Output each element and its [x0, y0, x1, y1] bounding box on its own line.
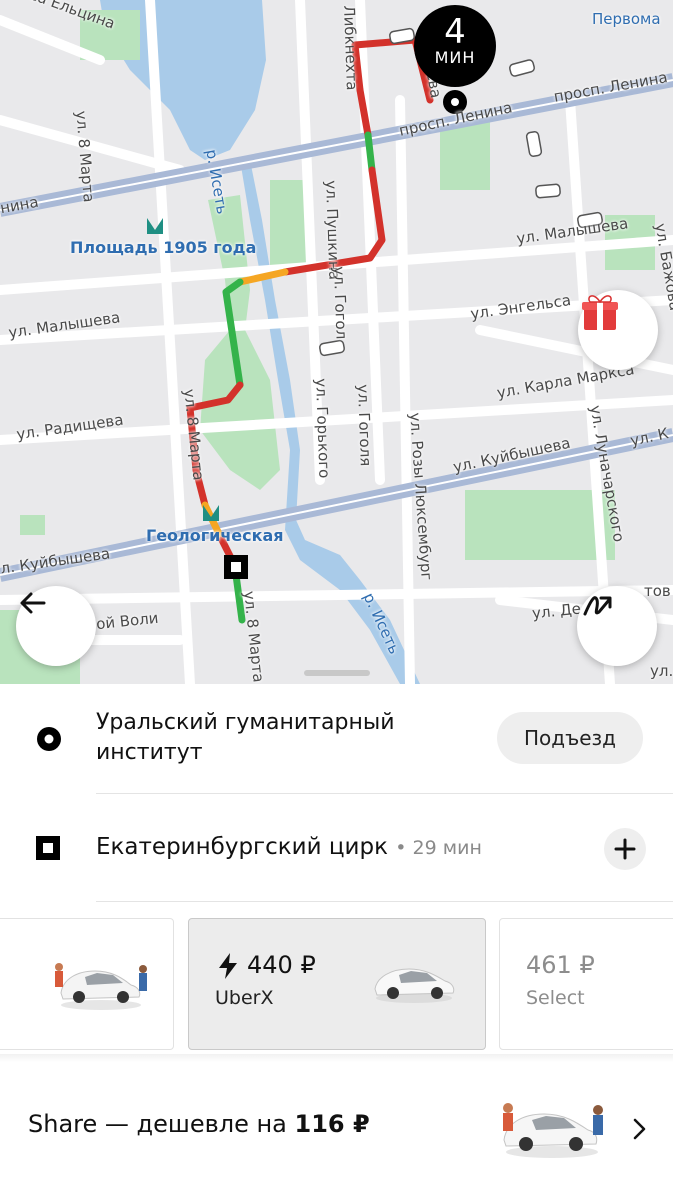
back-button[interactable]	[16, 586, 96, 666]
trip-sheet: Уральский гуманитарный институт Подъезд …	[0, 684, 673, 1200]
street-label: ул.	[650, 662, 673, 680]
pickup-dot-icon	[37, 727, 61, 751]
street-label: тов	[644, 582, 671, 600]
option-price: 440 ₽	[247, 951, 316, 979]
destination-row[interactable]: Екатеринбургский цирк • 29 мин	[0, 794, 673, 902]
route-icon	[583, 596, 612, 616]
sheet-drag-handle[interactable]	[304, 670, 370, 676]
ride-option-card-uberx[interactable]: 440 ₽ UberX	[188, 918, 486, 1050]
share-offer-prefix: Share — дешевле на	[28, 1110, 295, 1138]
share-offer-amount: 116 ₽	[294, 1110, 370, 1138]
ride-option-card-select[interactable]: 461 ₽ Select	[499, 918, 673, 1050]
lightning-icon	[219, 953, 237, 979]
plus-icon	[614, 838, 636, 860]
street-label: Первома	[592, 10, 661, 28]
chevron-right-icon	[633, 1118, 646, 1140]
destination-square-icon	[36, 836, 60, 860]
destination-address: Екатеринбургский цирк • 29 мин	[96, 832, 482, 863]
street-label: ул. Гоголя	[354, 384, 375, 467]
street-label: Либкнехта	[340, 5, 361, 91]
metro-station-label: Геологическая	[146, 526, 284, 545]
destination-duration: • 29 мин	[395, 837, 482, 859]
gift-button[interactable]	[578, 290, 658, 370]
eta-value: 4	[444, 12, 466, 52]
car-illustration	[374, 968, 455, 1003]
ride-options-carousel[interactable]: 440 ₽ UberX 461 ₽ Select	[0, 918, 673, 1050]
option-price: 461 ₽	[526, 951, 595, 979]
divider	[96, 901, 673, 902]
pickup-row[interactable]: Уральский гуманитарный институт Подъезд	[0, 684, 673, 794]
pickup-address: Уральский гуманитарный институт	[96, 710, 395, 765]
eta-unit: МИН	[434, 48, 476, 67]
entrance-button[interactable]: Подъезд	[497, 712, 643, 764]
share-offer-row[interactable]: Share — дешевле на 116 ₽	[0, 1062, 673, 1200]
street-label: ул. Пушкина	[322, 180, 344, 281]
gift-icon	[582, 295, 618, 330]
share-offer-text: Share — дешевле на 116 ₽	[28, 1110, 370, 1138]
separator	[0, 1054, 673, 1062]
eta-badge: 4 МИН	[414, 5, 496, 87]
add-stop-button[interactable]	[604, 828, 646, 870]
map-view[interactable]: са Ельцина Первома просп. Ленина просп. …	[0, 0, 673, 684]
shared-car-illustration	[55, 963, 147, 1010]
street-label: ул. Горького	[312, 378, 334, 479]
metro-station-label: Площадь 1905 года	[70, 238, 257, 257]
option-name: Select	[526, 987, 585, 1009]
route-overview-button[interactable]	[577, 586, 657, 666]
option-name: UberX	[215, 987, 274, 1009]
shared-car-illustration	[503, 1103, 603, 1158]
destination-title: Екатеринбургский цирк	[96, 834, 388, 860]
ride-option-card-share[interactable]	[0, 918, 174, 1050]
arrow-left-icon	[20, 592, 46, 614]
street-label: ул. Гогол	[330, 266, 351, 340]
